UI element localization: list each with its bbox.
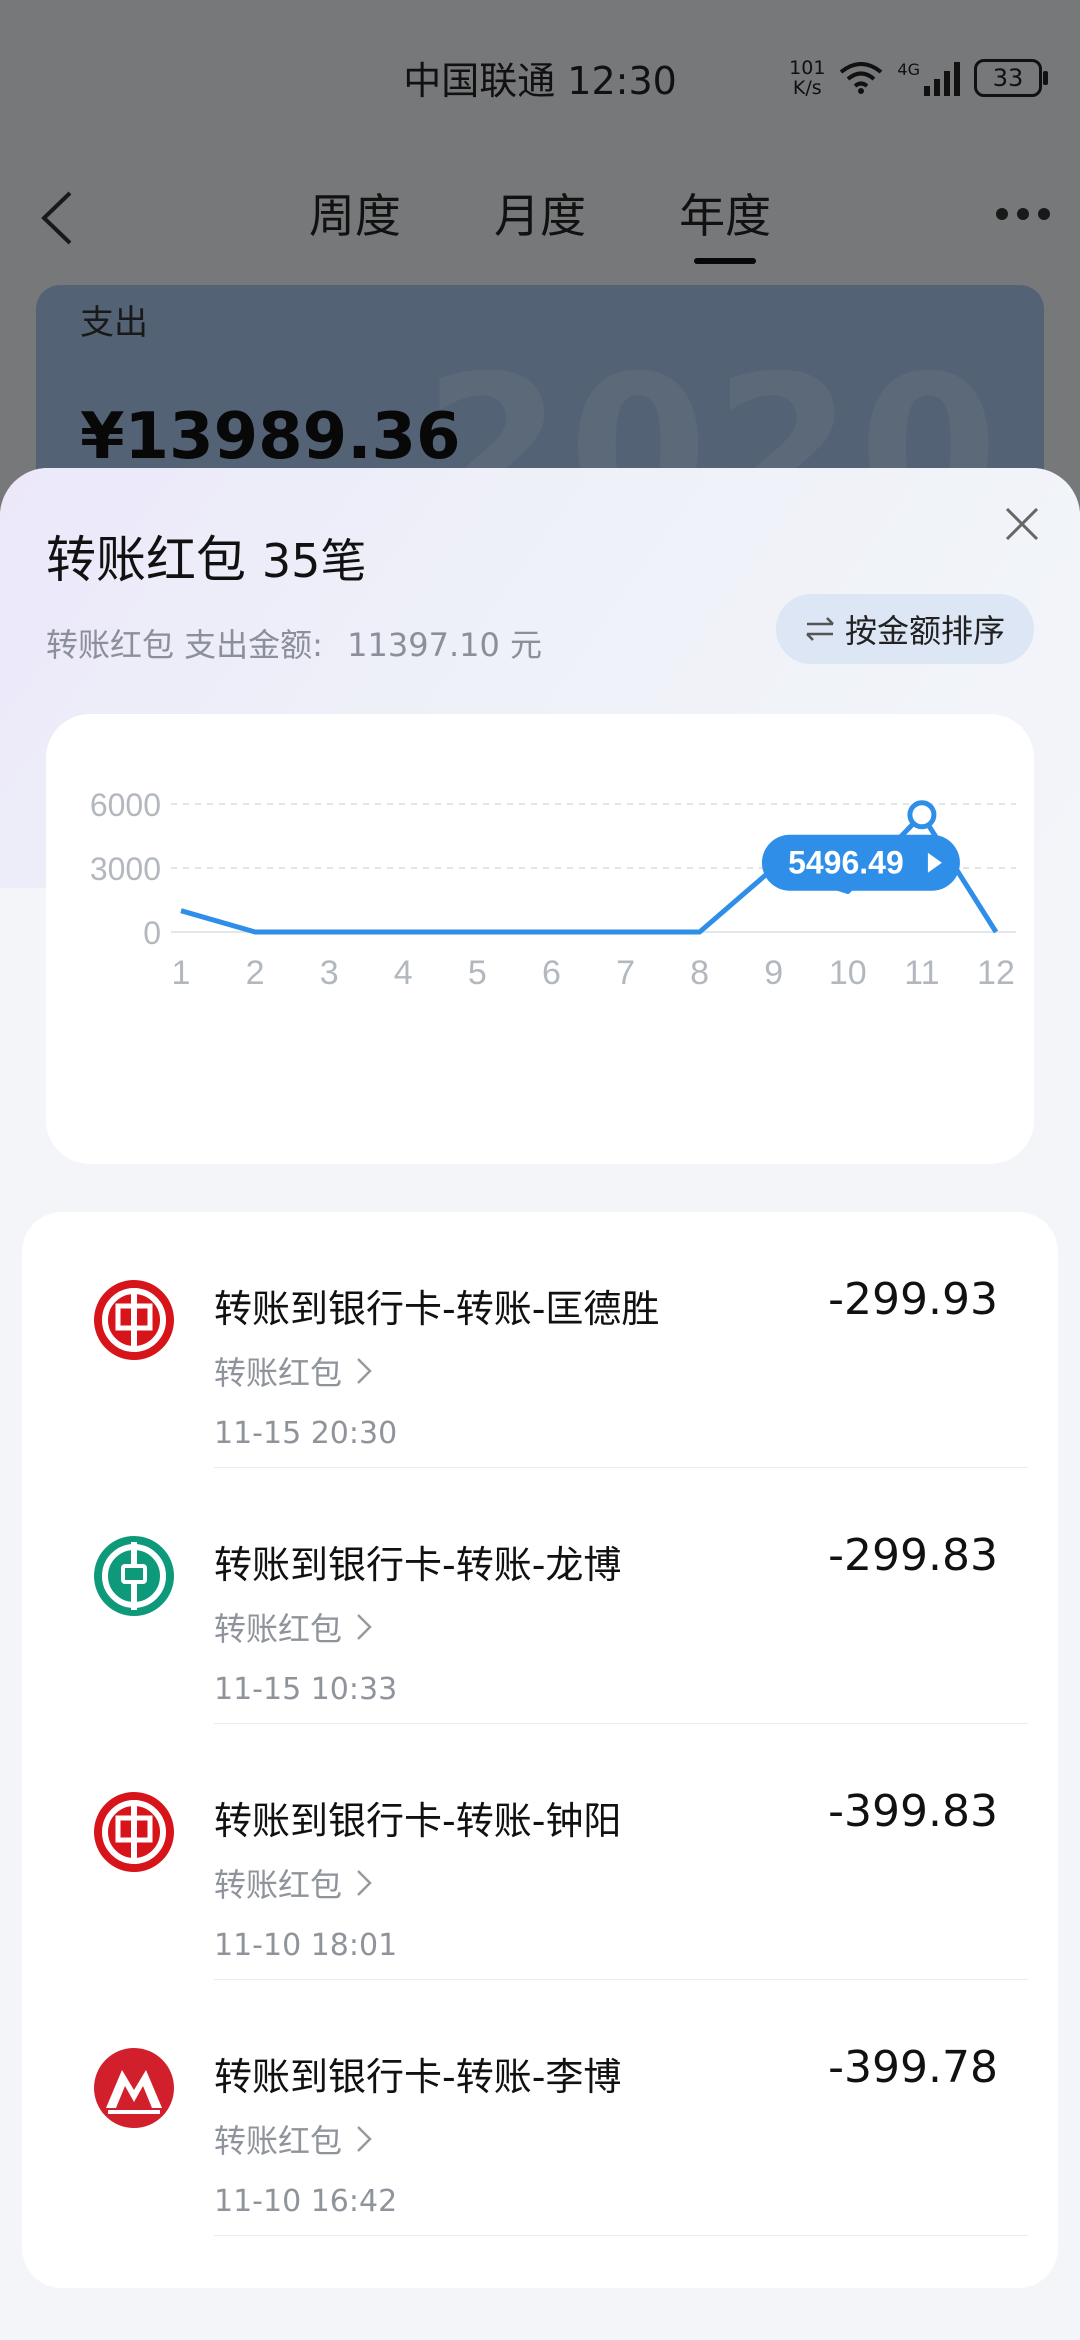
y-tick-label: 3000 [90,851,161,887]
list-item[interactable]: 转账到银行卡-转账-龙博 转账红包 11-15 10:33 -299.83 [22,1468,1058,1724]
item-amount: -299.83 [828,1530,998,1581]
item-amount: -299.93 [828,1274,998,1325]
chevron-right-icon [357,1870,372,1896]
sort-label: 按金额排序 [844,612,1005,650]
detail-sheet: 转账红包 35笔 转账红包 支出金额: 11397.10 元 按金额排序 600… [0,468,1080,2340]
subtitle-value: 11397.10 元 [347,626,543,664]
y-tick-label: 6000 [90,787,161,823]
item-time: 11-15 20:30 [214,1416,398,1451]
chart-card: 6000 3000 0 1 2 3 4 5 6 7 8 9 10 11 12 5496.49 [46,714,1034,1164]
item-amount: -399.83 [828,1786,998,1837]
item-time: 11-10 16:42 [214,2184,398,2219]
item-amount: -399.78 [828,2042,998,2093]
icbc-bank-logo-icon [94,1792,174,1872]
item-category[interactable]: 转账红包 [214,1604,372,1650]
abc-bank-logo-icon [94,1280,174,1360]
x-tick-label: 7 [616,954,635,992]
x-tick-label: 5 [468,954,487,992]
list-item[interactable]: 转账到银行卡-转账-匡德胜 转账红包 11-15 20:30 -299.93 [22,1212,1058,1468]
sheet-title: 转账红包 35笔 [46,520,366,592]
abc-bank-green-logo-icon [94,1536,174,1616]
list-item[interactable]: 转账到银行卡-转账-钟阳 转账红包 11-10 18:01 -399.83 [22,1724,1058,1980]
category-label: 转账红包 [214,1354,343,1392]
category-label: 转账红包 [214,1866,343,1904]
x-tick-label: 9 [764,954,783,992]
item-category[interactable]: 转账红包 [214,1348,372,1394]
item-category[interactable]: 转账红包 [214,2116,372,2162]
sheet-subtitle: 转账红包 支出金额: 11397.10 元 [46,620,542,666]
item-title: 转账到银行卡-转账-李博 [214,2055,622,2099]
x-tick-label: 12 [977,954,1015,992]
divider [214,2235,1028,2236]
close-icon[interactable] [1004,506,1040,542]
x-tick-label: 2 [246,954,265,992]
item-title: 转账到银行卡-转账-钟阳 [214,1799,622,1843]
transaction-count: 35笔 [261,534,367,588]
item-category[interactable]: 转账红包 [214,1860,372,1906]
transaction-list: 转账到银行卡-转账-匡德胜 转账红包 11-15 20:30 -299.93 转… [22,1212,1058,2288]
chevron-right-icon [357,2126,372,2152]
sort-by-amount-button[interactable]: 按金额排序 [776,594,1034,664]
x-tick-label: 6 [542,954,561,992]
x-tick-label: 4 [394,954,413,992]
subtitle-label: 转账红包 支出金额: [46,626,323,664]
x-tick-label: 11 [904,954,939,992]
item-title: 转账到银行卡-转账-龙博 [214,1543,622,1587]
x-tick-label: 1 [172,954,191,992]
x-tick-label: 10 [829,954,867,992]
chevron-right-icon [357,1358,372,1384]
category-title: 转账红包 [46,531,246,589]
y-tick-label: 0 [143,915,161,951]
sort-icon [806,617,834,641]
highlight-point [907,800,937,830]
category-label: 转账红包 [214,1610,343,1648]
item-time: 11-10 18:01 [214,1928,398,1963]
category-label: 转账红包 [214,2122,343,2160]
item-time: 11-15 10:33 [214,1672,398,1707]
cmb-bank-logo-icon [94,2048,174,2128]
list-item[interactable]: 转账到银行卡-转账-李博 转账红包 11-10 16:42 -399.78 [22,1980,1058,2236]
x-tick-label: 8 [690,954,709,992]
x-tick-label: 3 [320,954,339,992]
line-chart: 6000300001 2 3 4 5 6 7 8 9 10 11 125496.49 [90,787,1016,992]
item-title: 转账到银行卡-转账-匡德胜 [214,1287,660,1331]
chevron-right-icon [357,1614,372,1640]
tooltip-value: 5496.49 [788,845,904,881]
